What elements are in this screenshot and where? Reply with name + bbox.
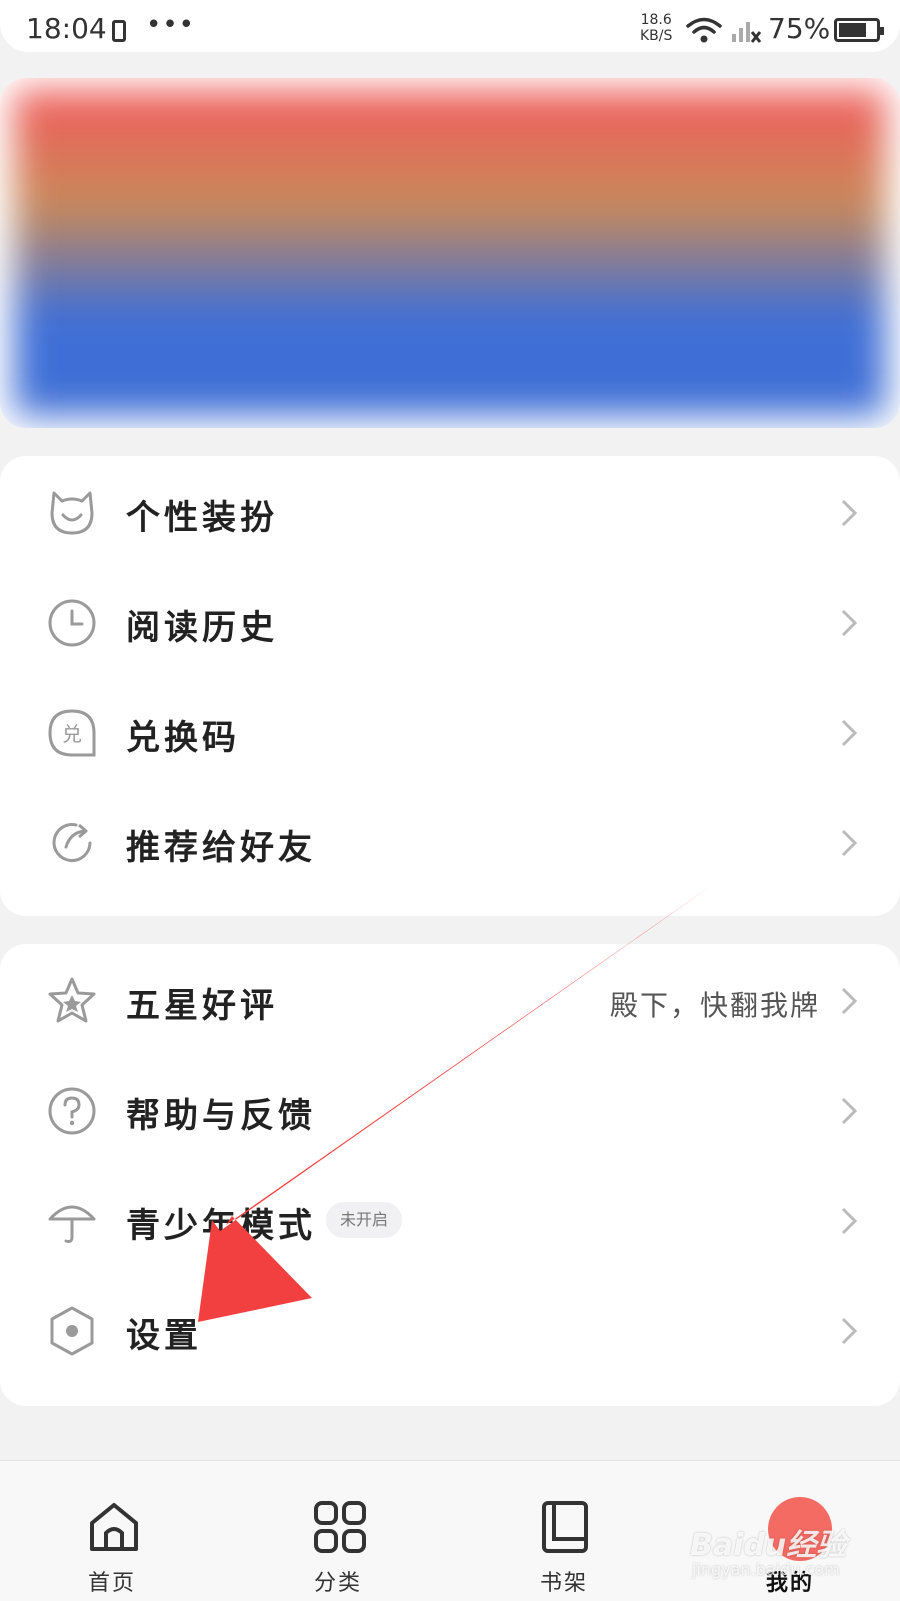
battery-percent: 75% [768,12,831,45]
chevron-right-icon [841,1097,858,1125]
menu-item-settings[interactable]: 设置 [0,1274,900,1386]
vibrate-icon [112,20,126,42]
network-speed: 18.6 KB/S [640,12,672,44]
banner-image[interactable] [14,90,886,416]
wifi-icon [686,17,722,43]
network-speed-value: 18.6 [640,12,672,28]
menu-item-redeem-code[interactable]: 兑 兑换码 [0,676,900,788]
menu-label: 五星好评 [126,986,278,1026]
grid-icon [314,1501,366,1553]
menu-item-youth-mode[interactable]: 青少年模式 未开启 [0,1164,900,1276]
chevron-right-icon [841,719,858,747]
network-speed-unit: KB/S [640,28,673,44]
battery-cap [880,27,884,35]
status-time: 18:04 [26,12,107,45]
menu-label: 阅读历史 [126,608,278,648]
cat-face-icon [50,491,94,535]
chevron-right-icon [841,829,858,857]
menu-item-reading-history[interactable]: 阅读历史 [0,566,900,678]
menu-item-help-feedback[interactable]: 帮助与反馈 [0,1054,900,1166]
chevron-right-icon [841,609,858,637]
battery-fill [839,23,866,37]
svg-text:兑: 兑 [62,722,82,746]
menu-group-1: 个性装扮 阅读历史 兑 兑换码 推荐给好友 [0,456,900,916]
menu-label: 个性装扮 [126,498,278,538]
signal-icon [732,22,762,43]
book-icon [542,1501,588,1553]
nav-item-home[interactable]: 首页 [42,1461,182,1601]
menu-label: 兑换码 [126,718,240,758]
more-notifications-icon: ••• [146,10,196,40]
share-icon [52,823,92,863]
menu-label: 青少年模式 [126,1206,316,1246]
banner-card[interactable] [0,78,900,428]
menu-label: 推荐给好友 [126,828,316,868]
star-icon [48,977,96,1023]
nav-label: 书架 [539,1571,588,1596]
nav-item-category[interactable]: 分类 [268,1461,408,1601]
menu-label: 帮助与反馈 [126,1096,316,1136]
clock-icon [48,599,96,647]
rate-hint-text: 殿下，快翻我牌 [609,989,820,1022]
chevron-right-icon [841,1207,858,1235]
chevron-right-icon [841,987,858,1015]
coupon-icon: 兑 [48,709,96,757]
chevron-right-icon [841,499,858,527]
nav-label: 首页 [87,1571,136,1596]
menu-group-2: 五星好评 殿下，快翻我牌 帮助与反馈 青少年模式 未开启 设置 [0,944,900,1406]
watermark-url: jingyan.baidu.com [692,1560,840,1579]
chevron-right-icon [841,1317,858,1345]
menu-item-personalize[interactable]: 个性装扮 [0,456,900,568]
settings-hexagon-icon [50,1306,94,1356]
status-bar: 18:04 ••• 18.6 KB/S 75% [0,0,900,52]
question-icon [48,1087,96,1135]
menu-item-rate-app[interactable]: 五星好评 殿下，快翻我牌 [0,944,900,1056]
battery-icon [834,18,884,42]
watermark-logo: Baidu经验 [690,1528,847,1563]
home-icon [90,1503,138,1551]
nav-label: 分类 [313,1571,362,1596]
menu-item-recommend[interactable]: 推荐给好友 [0,786,900,898]
umbrella-icon [48,1205,96,1243]
youth-mode-status-badge: 未开启 [326,1202,403,1238]
menu-label: 设置 [126,1316,202,1356]
nav-item-bookshelf[interactable]: 书架 [494,1461,634,1601]
